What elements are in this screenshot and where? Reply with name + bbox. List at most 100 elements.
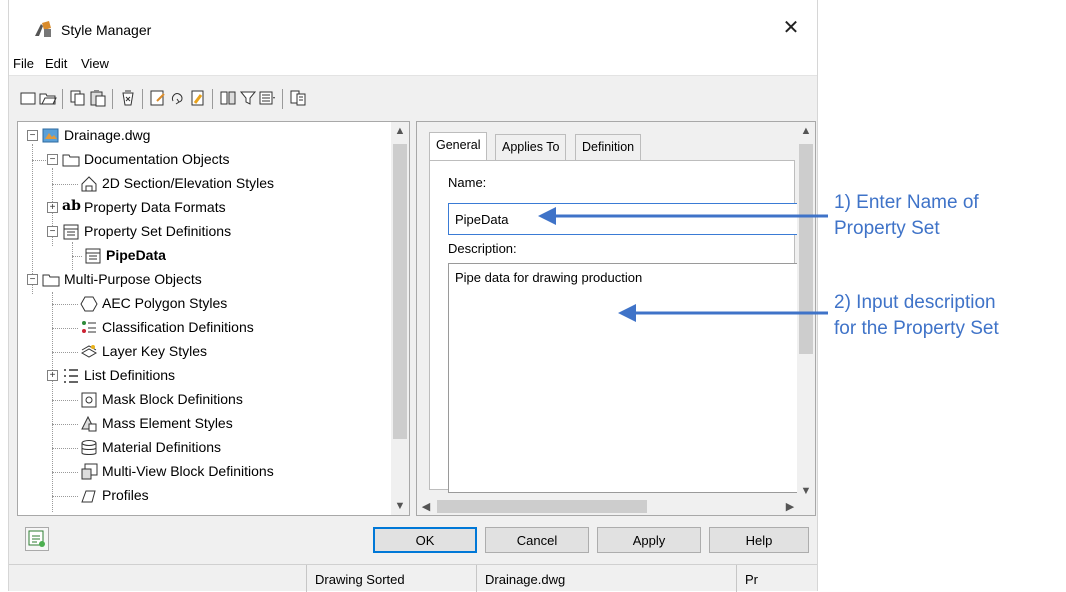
tree-expander[interactable]: − — [27, 274, 38, 285]
new-icon[interactable] — [19, 89, 37, 107]
tree-guide — [52, 292, 53, 512]
tree-guide — [32, 160, 46, 161]
cancel-button[interactable]: Cancel — [485, 527, 589, 553]
status-drawing: Drainage.dwg — [476, 565, 736, 592]
status-bar: Drawing Sorted Drainage.dwg Pr — [9, 564, 817, 592]
ok-button[interactable]: OK — [373, 527, 477, 553]
menu-edit[interactable]: Edit — [45, 56, 67, 71]
tree-guide — [52, 400, 78, 401]
purge-icon[interactable] — [119, 89, 137, 107]
apply-button[interactable]: Apply — [597, 527, 701, 553]
tree-guide — [52, 472, 78, 473]
tree-item-label: Property Data Formats — [84, 199, 226, 215]
annotation-name-line1: 1) Enter Name of — [834, 192, 979, 213]
list-view-icon[interactable] — [259, 89, 277, 107]
style-manager-app-icon — [35, 21, 51, 37]
toolbar-separator — [212, 89, 213, 109]
mass-element-icon — [81, 415, 97, 432]
clean-icon[interactable] — [189, 89, 207, 107]
tab-general[interactable]: General — [429, 132, 488, 161]
annotation-name-line2: Property Set — [834, 218, 940, 239]
tree-expander[interactable]: + — [47, 202, 58, 213]
sort-icon[interactable] — [169, 89, 187, 107]
tree-guide — [52, 424, 78, 425]
tree-guide — [52, 328, 78, 329]
title-bar: Style Manager ✕ — [9, 0, 817, 48]
close-button[interactable]: ✕ — [779, 16, 803, 40]
list-icon — [64, 369, 78, 383]
tab-applies-to[interactable]: Applies To — [495, 134, 567, 160]
filter-icon[interactable] — [239, 89, 257, 107]
properties-hscroll-thumb[interactable] — [437, 500, 647, 513]
tree-item-label: Drainage.dwg — [64, 127, 151, 143]
data-format-icon: ab — [62, 198, 81, 214]
tree-expander[interactable]: − — [27, 130, 38, 141]
copy-icon[interactable] — [69, 89, 87, 107]
profile-icon — [81, 490, 96, 503]
name-label: Name: — [448, 175, 487, 190]
status-cell-empty — [9, 565, 306, 592]
paste-icon[interactable] — [89, 89, 107, 107]
scroll-left-arrow-icon[interactable]: ◀ — [417, 498, 435, 515]
tree-guide — [52, 448, 78, 449]
material-icon — [81, 440, 97, 455]
menu-file[interactable]: File — [13, 56, 34, 71]
tree-item-label: Mass Element Styles — [102, 415, 233, 431]
tree-guide — [52, 304, 78, 305]
dialog-button-bar: OK Cancel Apply Help — [9, 518, 817, 564]
tree-item-label: PipeData — [106, 247, 166, 263]
tab-definition[interactable]: Definition — [575, 134, 642, 160]
toolbar-separator — [62, 89, 63, 109]
status-sort: Drawing Sorted — [306, 565, 476, 592]
tree-expander[interactable]: − — [47, 226, 58, 237]
scroll-up-arrow-icon[interactable]: ▲ — [391, 122, 409, 140]
tree-item-label: 2D Section/Elevation Styles — [102, 175, 274, 191]
tree-item-label: Mask Block Definitions — [102, 391, 243, 407]
tree-item-label: Classification Definitions — [102, 319, 254, 335]
tree-guide — [72, 256, 82, 257]
toolbar-separator — [112, 89, 113, 109]
tree-vertical-scrollbar[interactable]: ▲ ▼ — [391, 122, 409, 515]
tree-item-label: Multi-View Block Definitions — [102, 463, 274, 479]
window-title: Style Manager — [61, 22, 152, 38]
arrowhead-icon — [538, 207, 556, 225]
multiview-block-icon — [81, 463, 98, 480]
folder-icon — [62, 154, 80, 167]
open-icon[interactable] — [39, 89, 57, 107]
annotation-description-line1: 2) Input description — [834, 292, 996, 313]
properties-horizontal-scrollbar[interactable]: ◀ ▶ — [417, 498, 799, 515]
help-button[interactable]: Help — [709, 527, 809, 553]
toolbar-separator — [142, 89, 143, 109]
tree-item-label: Multi-Purpose Objects — [64, 271, 202, 287]
tree-item-label: Layer Key Styles — [102, 343, 208, 359]
toggle-view-icon[interactable] — [219, 89, 237, 107]
scroll-down-arrow-icon[interactable]: ▼ — [797, 482, 815, 500]
tree-scroll-thumb[interactable] — [393, 144, 407, 439]
tree-guide — [32, 144, 33, 294]
tree-guide — [52, 496, 78, 497]
menu-bar: File Edit View — [9, 48, 817, 76]
classification-icon — [82, 321, 96, 333]
tree-item-label: Material Definitions — [102, 439, 222, 455]
scroll-down-arrow-icon[interactable]: ▼ — [391, 497, 409, 515]
tree-guide — [52, 184, 78, 185]
scroll-right-arrow-icon[interactable]: ▶ — [781, 498, 799, 515]
menu-view[interactable]: View — [81, 56, 109, 71]
section-style-icon — [81, 176, 97, 192]
toolbar-separator — [282, 89, 283, 109]
style-tree: − Drainage.dwg − Documentation Objects 2… — [17, 121, 410, 516]
tree-expander[interactable]: + — [47, 370, 58, 381]
inventory-icon[interactable] — [289, 89, 307, 107]
scroll-up-arrow-icon[interactable]: ▲ — [797, 122, 815, 140]
folder-icon — [42, 274, 60, 287]
mask-block-icon — [81, 392, 97, 408]
annotation-arrows — [538, 207, 828, 322]
tree-item-label: Property Set Definitions — [84, 223, 232, 239]
tree-guide — [52, 352, 78, 353]
annotation-description: 2) Input description for the Property Se… — [834, 290, 999, 342]
tree-expander[interactable]: − — [47, 154, 58, 165]
toggle-viewer-button[interactable] — [25, 527, 49, 551]
edit-style-icon[interactable] — [149, 89, 167, 107]
toolbar — [9, 77, 817, 119]
annotation-description-line2: for the Property Set — [834, 318, 999, 339]
